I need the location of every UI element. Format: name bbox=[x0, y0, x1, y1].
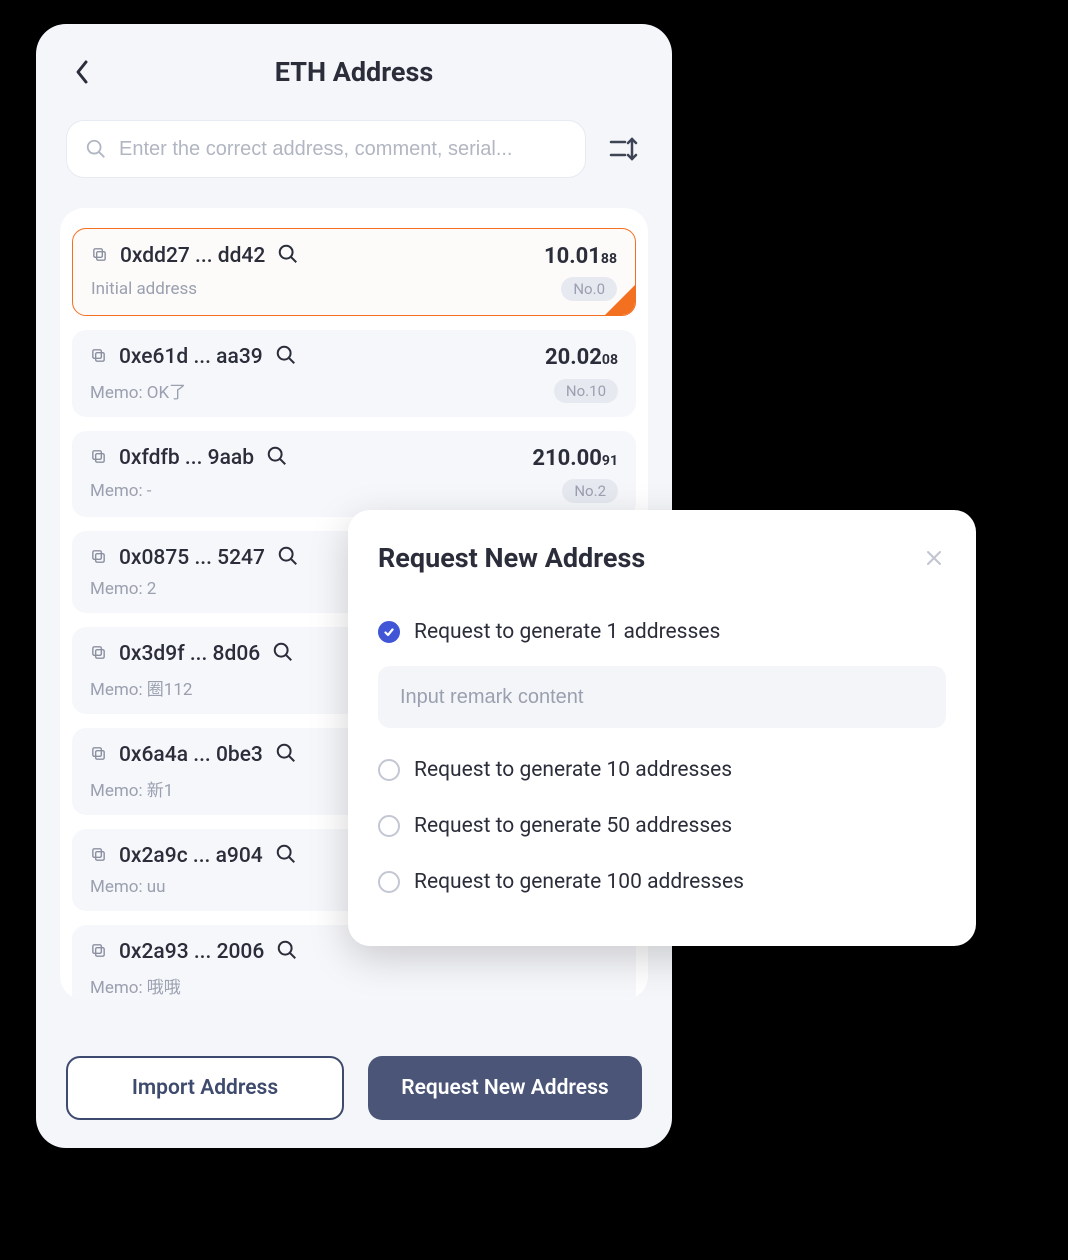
memo-text: Memo: 圈112 bbox=[90, 675, 192, 700]
memo-text: Memo: - bbox=[90, 481, 152, 501]
copy-icon[interactable] bbox=[91, 246, 108, 267]
radio-icon[interactable] bbox=[378, 759, 400, 781]
request-option[interactable]: Request to generate 100 addresses bbox=[378, 854, 946, 910]
view-icon[interactable] bbox=[272, 641, 294, 667]
chevron-left-icon bbox=[73, 58, 91, 86]
radio-icon[interactable] bbox=[378, 621, 400, 643]
radio-icon[interactable] bbox=[378, 815, 400, 837]
remark-input[interactable] bbox=[400, 686, 924, 709]
address-text: 0x2a9c ... a904 bbox=[119, 844, 263, 868]
index-badge: No.2 bbox=[562, 479, 618, 503]
selected-corner-icon bbox=[605, 285, 635, 315]
search-input[interactable] bbox=[119, 138, 567, 161]
balance-value: 210.0091 bbox=[532, 446, 618, 471]
sort-button[interactable] bbox=[606, 131, 642, 167]
bottom-toolbar: Import Address Request New Address bbox=[66, 1056, 642, 1120]
remark-input-wrapper[interactable] bbox=[378, 666, 946, 728]
view-icon[interactable] bbox=[275, 843, 297, 869]
header: ETH Address bbox=[36, 24, 672, 120]
view-icon[interactable] bbox=[275, 344, 297, 370]
radio-icon[interactable] bbox=[378, 871, 400, 893]
address-text: 0xdd27 ... dd42 bbox=[120, 244, 265, 268]
address-item[interactable]: 0xfdfb ... 9aab 210.0091 Memo: - No.2 bbox=[72, 431, 636, 517]
option-label: Request to generate 1 addresses bbox=[414, 620, 720, 644]
address-item[interactable]: 0xe61d ... aa39 20.0208 Memo: OK了 No.10 bbox=[72, 330, 636, 417]
option-label: Request to generate 100 addresses bbox=[414, 870, 744, 894]
page-title: ETH Address bbox=[275, 56, 433, 88]
memo-text: Memo: 新1 bbox=[90, 776, 173, 801]
balance-value: 20.0208 bbox=[545, 345, 618, 370]
modal-close-button[interactable] bbox=[922, 546, 946, 570]
balance-value: 10.0188 bbox=[544, 244, 617, 269]
search-row bbox=[36, 120, 672, 188]
copy-icon[interactable] bbox=[90, 644, 107, 665]
search-box[interactable] bbox=[66, 120, 586, 178]
close-icon bbox=[925, 549, 943, 567]
modal-title: Request New Address bbox=[378, 542, 645, 574]
option-label: Request to generate 10 addresses bbox=[414, 758, 732, 782]
request-new-address-button[interactable]: Request New Address bbox=[368, 1056, 642, 1120]
address-item[interactable]: 0xdd27 ... dd4210.0188Initial addressNo.… bbox=[72, 228, 636, 316]
address-text: 0x3d9f ... 8d06 bbox=[119, 642, 260, 666]
copy-icon[interactable] bbox=[90, 745, 107, 766]
memo-text: Memo: 2 bbox=[90, 579, 156, 599]
view-icon[interactable] bbox=[275, 742, 297, 768]
memo-text: Memo: OK了 bbox=[90, 378, 186, 403]
request-option[interactable]: Request to generate 1 addresses bbox=[378, 604, 946, 660]
copy-icon[interactable] bbox=[90, 846, 107, 867]
index-badge: No.10 bbox=[554, 379, 618, 403]
copy-icon[interactable] bbox=[90, 548, 107, 569]
import-address-button[interactable]: Import Address bbox=[66, 1056, 344, 1120]
copy-icon[interactable] bbox=[90, 942, 107, 963]
address-text: 0xfdfb ... 9aab bbox=[119, 446, 254, 470]
view-icon[interactable] bbox=[277, 243, 299, 269]
memo-text: Memo: uu bbox=[90, 877, 166, 897]
request-option[interactable]: Request to generate 50 addresses bbox=[378, 798, 946, 854]
request-option[interactable]: Request to generate 10 addresses bbox=[378, 742, 946, 798]
address-text: 0x2a93 ... 2006 bbox=[119, 940, 264, 964]
copy-icon[interactable] bbox=[90, 347, 107, 368]
memo-text: Memo: 哦哦 bbox=[90, 973, 181, 998]
address-text: 0xe61d ... aa39 bbox=[119, 345, 263, 369]
memo-text: Initial address bbox=[91, 279, 197, 299]
request-modal: Request New Address Request to generate … bbox=[348, 510, 976, 946]
search-icon bbox=[85, 138, 107, 160]
option-label: Request to generate 50 addresses bbox=[414, 814, 732, 838]
view-icon[interactable] bbox=[266, 445, 288, 471]
address-text: 0x6a4a ... 0be3 bbox=[119, 743, 263, 767]
back-button[interactable] bbox=[66, 56, 98, 88]
modal-header: Request New Address bbox=[378, 542, 946, 574]
view-icon[interactable] bbox=[276, 939, 298, 965]
copy-icon[interactable] bbox=[90, 448, 107, 469]
address-text: 0x0875 ... 5247 bbox=[119, 546, 265, 570]
sort-icon bbox=[609, 136, 639, 162]
view-icon[interactable] bbox=[277, 545, 299, 571]
